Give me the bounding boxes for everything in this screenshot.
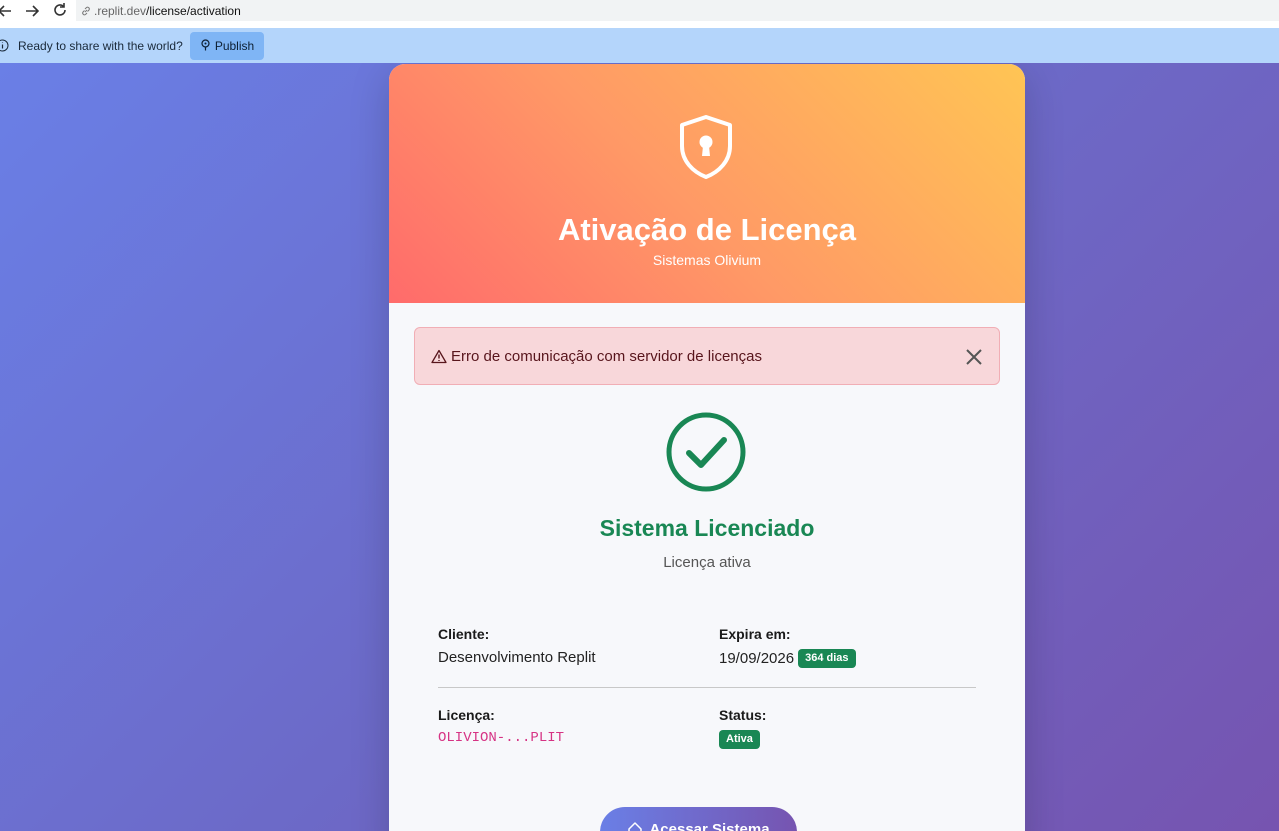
home-icon	[627, 821, 643, 831]
days-remaining-badge: 364 dias	[798, 649, 856, 668]
link-icon	[80, 5, 92, 17]
status-row: Ativa	[719, 730, 766, 749]
status-title: Sistema Licenciado	[599, 515, 815, 541]
info-icon	[0, 39, 9, 57]
status-badge: Ativa	[719, 730, 760, 749]
page-subtitle: Sistemas Olivium	[652, 252, 762, 268]
back-icon[interactable]	[0, 1, 18, 21]
page-background: Ativação de Licença Sistemas Olivium Err…	[0, 63, 1279, 831]
status-label: Status:	[719, 707, 767, 723]
client-label: Cliente:	[438, 626, 490, 642]
warning-icon	[431, 349, 447, 364]
card-header: Ativação de Licença Sistemas Olivium	[389, 64, 1025, 303]
share-message: Ready to share with the world?	[18, 39, 183, 53]
browser-toolbar: .replit.dev/license/activation	[0, 0, 1279, 28]
license-field: Licença: OLIVION-...PLIT	[438, 707, 564, 746]
page-title: Ativação de Licença	[557, 212, 857, 247]
url-path: /license/activation	[146, 3, 241, 18]
error-alert: Erro de comunicação com servidor de lice…	[414, 327, 1000, 385]
client-value: Desenvolvimento Replit	[438, 649, 596, 666]
license-label: Licença:	[438, 707, 495, 723]
expires-field: Expira em: 19/09/2026 364 dias	[719, 626, 856, 668]
license-card: Ativação de Licença Sistemas Olivium Err…	[389, 64, 1025, 831]
expires-label: Expira em:	[719, 626, 791, 642]
address-bar[interactable]: .replit.dev/license/activation	[76, 0, 1279, 21]
license-key: OLIVION-...PLIT	[438, 730, 565, 746]
publish-label: Publish	[214, 39, 255, 53]
publish-icon	[200, 38, 211, 54]
forward-icon[interactable]	[19, 1, 45, 21]
details-divider	[438, 687, 976, 688]
status-subtitle: Licença ativa	[663, 554, 751, 571]
license-details: Cliente: Desenvolvimento Replit Expira e…	[413, 601, 1001, 791]
share-banner: Ready to share with the world? Publish	[0, 28, 1279, 63]
expires-value: 19/09/2026	[719, 650, 795, 667]
access-system-label: Acessar Sistema	[649, 821, 770, 831]
reload-icon[interactable]	[47, 0, 73, 20]
shield-lock-icon	[675, 113, 737, 186]
expires-row: 19/09/2026 364 dias	[719, 649, 856, 668]
client-field: Cliente: Desenvolvimento Replit	[438, 626, 596, 666]
url-host: .replit.dev	[94, 3, 147, 18]
access-system-button[interactable]: Acessar Sistema	[600, 807, 797, 831]
status-field: Status: Ativa	[719, 707, 766, 749]
close-icon[interactable]	[963, 346, 985, 368]
publish-button[interactable]: Publish	[190, 32, 264, 60]
check-circle-icon	[665, 411, 747, 498]
alert-text: Erro de comunicação com servidor de lice…	[451, 347, 762, 365]
